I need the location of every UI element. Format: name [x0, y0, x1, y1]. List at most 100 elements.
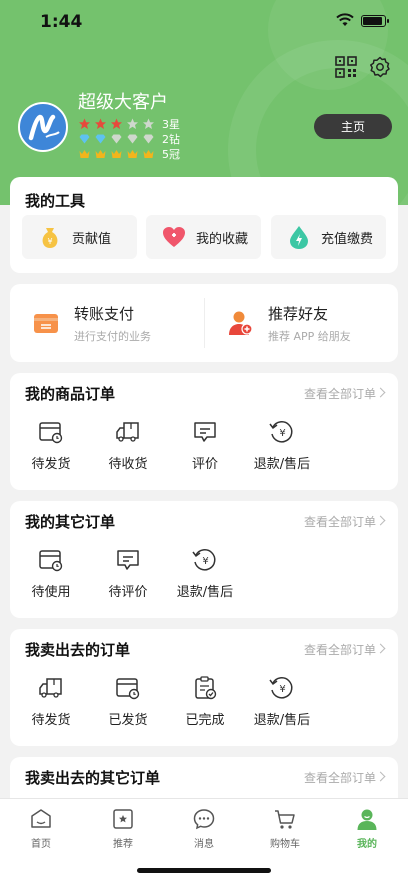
goods-see-all-link[interactable]: 查看全部订单: [304, 385, 376, 402]
refund-icon: ¥: [192, 549, 216, 571]
other-orders-title: 我的其它订单: [25, 513, 116, 531]
pay-card: 转账支付 进行支付的业务 推荐好友 推荐 APP 给朋友: [10, 284, 398, 362]
other-order-refund[interactable]: ¥ 退款/售后: [165, 547, 245, 600]
star-level-row: 3星: [78, 117, 180, 131]
wifi-icon: [336, 13, 354, 26]
svg-text:¥: ¥: [279, 684, 285, 695]
message-icon: [193, 809, 215, 830]
order-pending-review-label: 待评价: [108, 585, 148, 600]
tool-favorites-button[interactable]: 我的收藏: [146, 215, 261, 259]
wallet-icon: [34, 314, 58, 333]
crown-level-row: 5冠: [78, 147, 180, 161]
sold-shipped-label: 已发货: [108, 713, 148, 728]
sold-refund[interactable]: ¥ 退款/售后: [242, 675, 322, 728]
tab-recommend-label: 推荐: [113, 839, 133, 850]
crown-level-label: 5冠: [162, 148, 180, 161]
recommend-icon: [113, 809, 133, 829]
order-pending-ship-label: 待发货: [31, 457, 71, 472]
other-orders-card: 我的其它订单 查看全部订单 待使用 待评价 ¥ 退款/售后: [10, 501, 398, 618]
tools-title: 我的工具: [25, 192, 86, 210]
sold-refund-label: 退款/售后: [253, 713, 311, 728]
svg-text:¥: ¥: [47, 237, 52, 246]
truck-icon: [116, 422, 139, 442]
order-refund-label: 退款/售后: [253, 457, 311, 472]
star-icon: [79, 118, 90, 129]
tab-cart-label: 购物车: [270, 839, 300, 850]
profile-icon: [357, 809, 377, 830]
comment-icon: [194, 422, 216, 442]
transfer-pay-subtitle: 进行支付的业务: [74, 329, 151, 343]
status-time: 1:44: [40, 12, 83, 32]
invite-friend-title: 推荐好友: [268, 304, 329, 323]
avatar[interactable]: [18, 102, 68, 152]
comment-icon: [117, 550, 139, 570]
money-bag-icon: ¥: [42, 228, 58, 248]
diamond-level-row: 2钻: [78, 132, 180, 146]
order-review[interactable]: 评价: [165, 419, 245, 472]
chevron-right-icon: [375, 387, 386, 398]
cart-icon: [275, 810, 295, 829]
sold-orders-card: 我卖出去的订单 查看全部订单 待发货 已发货 已完成 ¥ 退款/售后: [10, 629, 398, 746]
tab-recommend[interactable]: 推荐: [82, 807, 164, 850]
truck-icon: [39, 678, 62, 698]
refund-icon: ¥: [269, 677, 293, 699]
sold-orders-title: 我卖出去的订单: [25, 641, 131, 659]
pay-divider: [204, 298, 205, 348]
battery-icon: [361, 15, 389, 27]
tool-recharge-button[interactable]: 充值缴费: [271, 215, 386, 259]
other-see-all-link[interactable]: 查看全部订单: [304, 513, 376, 530]
order-pending-use-label: 待使用: [31, 585, 71, 600]
tab-messages[interactable]: 消息: [163, 807, 245, 850]
home-page-button[interactable]: 主页: [314, 114, 392, 139]
invite-friend-item[interactable]: 推荐好友 推荐 APP 给朋友: [226, 284, 351, 362]
order-refund[interactable]: ¥ 退款/售后: [242, 419, 322, 472]
crown-icon: [127, 150, 138, 158]
status-bar: 1:44: [0, 0, 408, 44]
tab-cart[interactable]: 购物车: [244, 807, 326, 850]
order-pending-review[interactable]: 待评价: [88, 547, 168, 600]
order-pending-use[interactable]: 待使用: [11, 547, 91, 600]
sold-pending-ship[interactable]: 待发货: [11, 675, 91, 728]
tab-profile-label: 我的: [357, 839, 377, 850]
svg-text:¥: ¥: [279, 428, 285, 439]
shipped-icon: [116, 678, 140, 700]
tab-home[interactable]: 首页: [0, 807, 82, 850]
order-pending-receive[interactable]: 待收货: [88, 419, 168, 472]
user-add-icon: [229, 311, 253, 335]
sold-other-see-all-link[interactable]: 查看全部订单: [304, 769, 376, 786]
star-level-label: 3星: [162, 118, 180, 131]
diamond-icon: [143, 134, 154, 144]
svg-text:¥: ¥: [202, 556, 208, 567]
sold-completed[interactable]: 已完成: [165, 675, 245, 728]
gear-icon[interactable]: [369, 56, 391, 78]
chevron-right-icon: [375, 643, 386, 654]
qr-code-icon[interactable]: [335, 56, 357, 78]
tool-recharge-label: 充值缴费: [321, 231, 374, 247]
order-review-label: 评价: [191, 457, 218, 472]
order-pending-receive-label: 待收货: [108, 457, 148, 472]
star-icon: [127, 118, 138, 129]
refund-icon: ¥: [269, 421, 293, 443]
other-order-refund-label: 退款/售后: [176, 585, 234, 600]
diamond-icon: [127, 134, 138, 144]
goods-orders-card: 我的商品订单 查看全部订单 待发货 待收货 评价 ¥ 退款/售后: [10, 373, 398, 490]
diamond-level-label: 2钻: [162, 133, 180, 146]
order-pending-ship[interactable]: 待发货: [11, 419, 91, 472]
home-indicator: [137, 868, 271, 873]
transfer-pay-item[interactable]: 转账支付 进行支付的业务: [32, 284, 151, 362]
sold-pending-ship-label: 待发货: [31, 713, 71, 728]
chevron-right-icon: [375, 515, 386, 526]
sold-see-all-link[interactable]: 查看全部订单: [304, 641, 376, 658]
star-icon: [95, 118, 106, 129]
tab-profile[interactable]: 我的: [326, 807, 408, 850]
sold-shipped[interactable]: 已发货: [88, 675, 168, 728]
tool-contribution-button[interactable]: ¥ 贡献值: [22, 215, 137, 259]
heart-icon: [163, 227, 185, 247]
goods-orders-title: 我的商品订单: [25, 385, 116, 403]
pending-ship-icon: [39, 422, 63, 444]
home-icon: [31, 809, 51, 828]
tools-card: 我的工具 ¥ 贡献值 我的收藏 充值缴费: [10, 177, 398, 273]
diamond-icon: [79, 134, 90, 144]
invite-friend-subtitle: 推荐 APP 给朋友: [268, 329, 351, 343]
diamond-icon: [111, 134, 122, 144]
